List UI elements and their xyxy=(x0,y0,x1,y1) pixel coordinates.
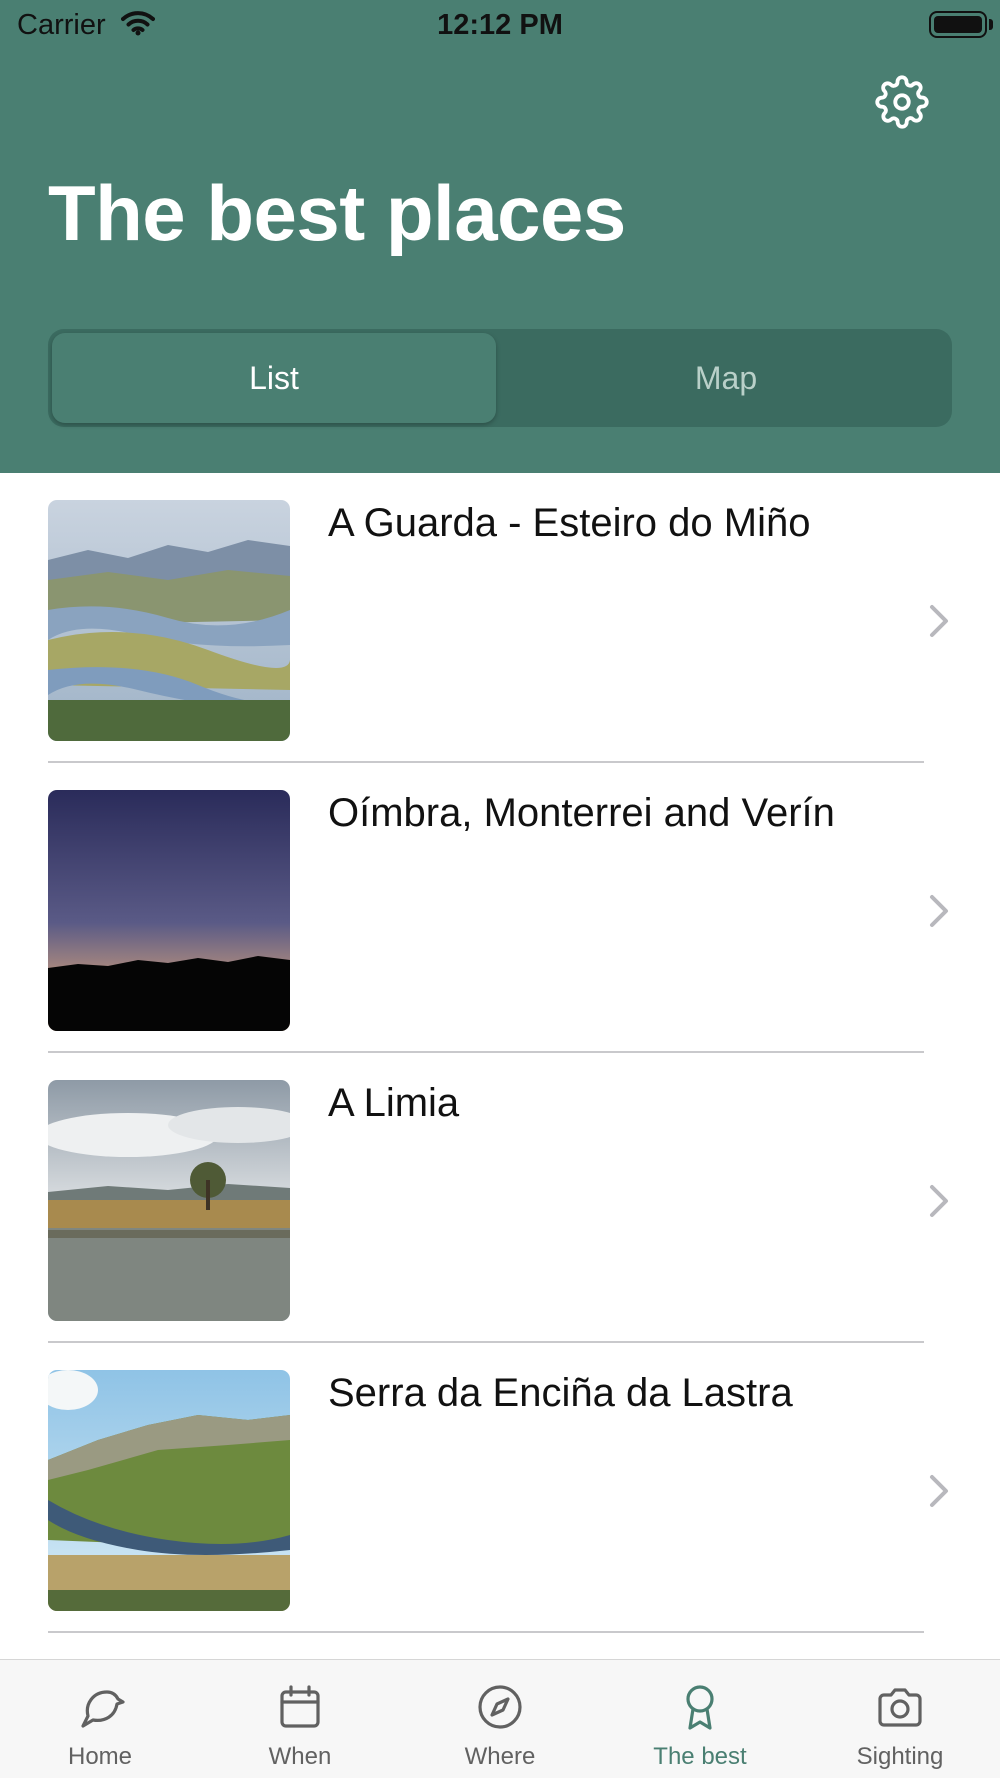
battery-icon xyxy=(929,11,987,38)
tab-home[interactable]: Home xyxy=(0,1660,200,1778)
places-list: A Guarda - Esteiro do Miño Oímbra, Monte… xyxy=(0,473,1000,1633)
segment-list[interactable]: List xyxy=(52,333,496,423)
status-bar: Carrier 12:12 PM xyxy=(0,0,1000,50)
place-photo xyxy=(48,1080,290,1321)
calendar-icon xyxy=(280,1685,320,1728)
award-icon xyxy=(686,1685,714,1730)
segment-map[interactable]: Map xyxy=(504,333,948,423)
chevron-right-icon xyxy=(930,895,948,927)
page-title: The best places xyxy=(48,169,626,257)
tab-where[interactable]: Where xyxy=(400,1660,600,1778)
place-photo xyxy=(48,1370,290,1611)
place-row[interactable]: Oímbra, Monterrei and Verín xyxy=(0,763,1000,1053)
camera-icon xyxy=(878,1688,922,1727)
place-row[interactable]: A Guarda - Esteiro do Miño xyxy=(0,473,1000,763)
chevron-right-icon xyxy=(930,605,948,637)
compass-icon xyxy=(478,1685,522,1729)
bird-icon xyxy=(81,1690,125,1728)
tab-label: When xyxy=(268,1743,332,1770)
tab-label: Where xyxy=(464,1743,536,1770)
tab-when[interactable]: When xyxy=(200,1660,400,1778)
view-segmented-control: List Map xyxy=(48,329,952,427)
place-title: Oímbra, Monterrei and Verín xyxy=(328,791,835,835)
clock: 12:12 PM xyxy=(437,9,563,41)
place-row[interactable]: A Limia xyxy=(0,1053,1000,1343)
place-photo xyxy=(48,790,290,1031)
place-title: A Guarda - Esteiro do Miño xyxy=(328,501,811,545)
place-row[interactable]: Serra da Enciña da Lastra xyxy=(0,1343,1000,1633)
place-photo xyxy=(48,500,290,741)
battery-tip xyxy=(989,19,993,30)
tab-label: Home xyxy=(67,1743,133,1770)
settings-button[interactable] xyxy=(874,74,930,130)
place-title: Serra da Enciña da Lastra xyxy=(328,1371,793,1415)
tab-bar: Home When Where The best Sighting xyxy=(0,1659,1000,1778)
row-divider xyxy=(48,1631,924,1633)
gear-icon xyxy=(875,75,929,129)
chevron-right-icon xyxy=(930,1475,948,1507)
tab-sighting[interactable]: Sighting xyxy=(800,1660,1000,1778)
chevron-right-icon xyxy=(930,1185,948,1217)
place-title: A Limia xyxy=(328,1081,460,1125)
tab-the-best[interactable]: The best xyxy=(600,1660,800,1778)
tab-label: Sighting xyxy=(856,1743,944,1770)
tab-label: The best xyxy=(653,1743,747,1770)
